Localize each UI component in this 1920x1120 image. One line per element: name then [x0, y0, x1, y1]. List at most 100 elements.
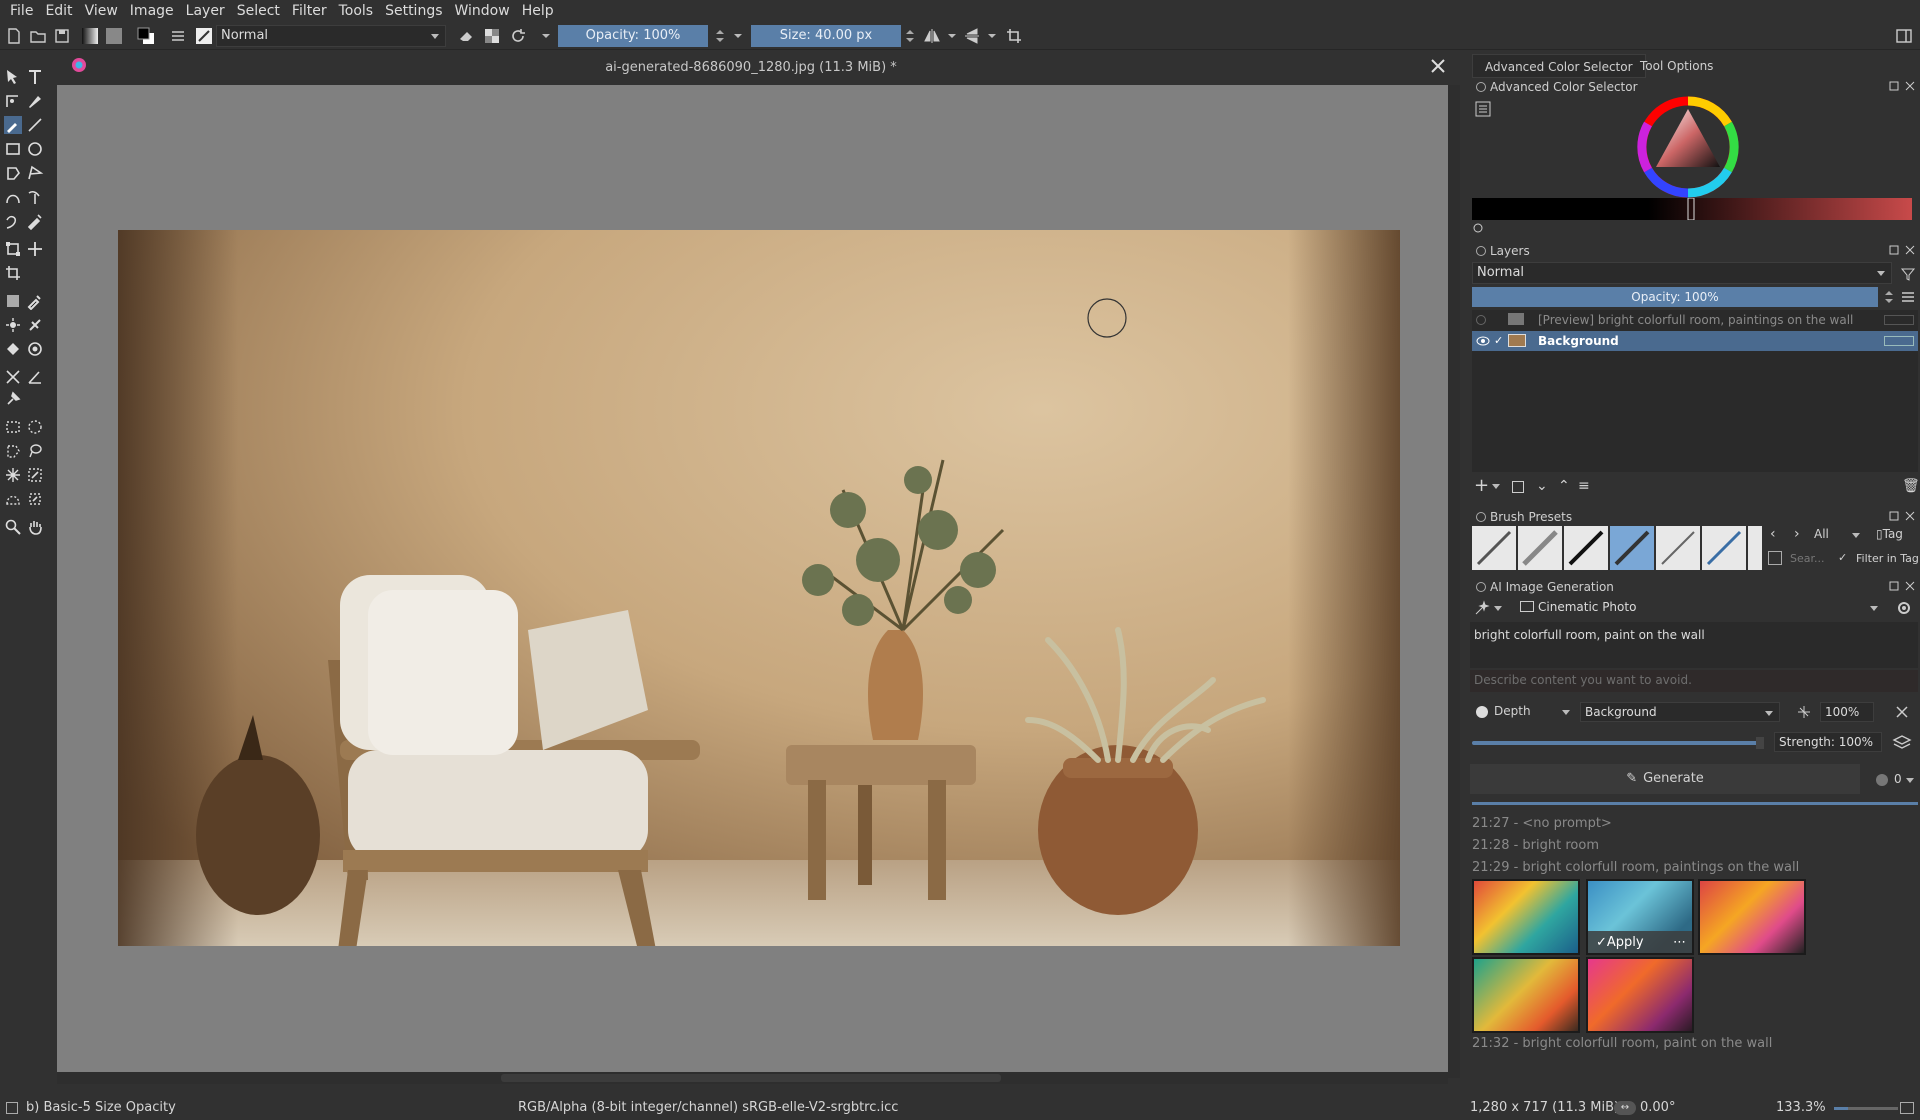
enclose-fill-icon[interactable]: [26, 340, 44, 358]
more-options-icon[interactable]: ⋯: [1673, 935, 1686, 950]
lasso-select-icon[interactable]: [26, 442, 44, 460]
move-tool-icon[interactable]: [26, 240, 44, 258]
menu-view[interactable]: View: [79, 1, 124, 21]
bezier-tool-icon[interactable]: [4, 188, 22, 206]
chevron-down-icon[interactable]: [982, 26, 1002, 46]
fill-tool-icon[interactable]: [4, 340, 22, 358]
menu-image[interactable]: Image: [124, 1, 180, 21]
menu-file[interactable]: File: [4, 1, 39, 21]
docker-float-close-icon[interactable]: [1888, 510, 1916, 522]
color-wheel[interactable]: [1636, 95, 1740, 199]
workspace-icon[interactable]: [1894, 26, 1914, 46]
polygon-select-icon[interactable]: [4, 442, 22, 460]
blend-mode-select[interactable]: Normal: [216, 25, 446, 47]
menu-layer[interactable]: Layer: [180, 1, 231, 21]
brush-preset-item-selected[interactable]: [1610, 526, 1654, 570]
edit-shapes-icon[interactable]: [4, 92, 22, 110]
brush-settings-icon[interactable]: [168, 26, 188, 46]
canvas-horizontal-scrollbar[interactable]: [57, 1072, 1448, 1084]
chevron-down-icon[interactable]: [1494, 606, 1502, 611]
screen-icon[interactable]: [1900, 1102, 1914, 1114]
strength-input[interactable]: Strength: 100%: [1774, 732, 1882, 752]
delete-layer-icon[interactable]: 🗑: [1902, 478, 1920, 494]
new-document-icon[interactable]: [4, 26, 24, 46]
size-slider[interactable]: Size: 40.00 px: [751, 25, 901, 47]
docker-float-close-icon[interactable]: [1888, 580, 1916, 592]
tab-tool-options[interactable]: Tool Options: [1628, 54, 1725, 78]
brush-preset-item[interactable]: [1702, 526, 1746, 570]
history-item[interactable]: 21:29 - bright colorfull room, paintings…: [1472, 860, 1799, 875]
mirror-vertical-icon[interactable]: [962, 26, 982, 46]
multibrush-icon[interactable]: [26, 212, 44, 230]
eye-icon[interactable]: [1476, 335, 1490, 347]
queue-count[interactable]: 0: [1894, 772, 1902, 786]
docker-lock-icon[interactable]: [1476, 82, 1486, 92]
pattern-icon[interactable]: [104, 26, 124, 46]
similar-select-icon[interactable]: [26, 466, 44, 484]
brush-search-input[interactable]: Sear...: [1790, 552, 1825, 565]
mirror-horizontal-icon[interactable]: [922, 26, 942, 46]
layer-opacity-slider[interactable]: Opacity: 100%: [1472, 287, 1878, 307]
prompt-input[interactable]: bright colorfull room, paint on the wall: [1470, 622, 1918, 668]
docker-float-close-icon[interactable]: [1888, 244, 1916, 256]
wrap-around-icon[interactable]: [1004, 26, 1024, 46]
layer-row-preview[interactable]: [Preview] bright colorfull room, paintin…: [1472, 310, 1918, 330]
docker-lock-icon[interactable]: [1476, 246, 1486, 256]
layer-menu-icon[interactable]: [1900, 290, 1916, 304]
filter-icon[interactable]: [1900, 266, 1916, 282]
workspace-generate-icon[interactable]: [1474, 600, 1490, 616]
docker-float-close-icon[interactable]: [1888, 80, 1916, 92]
polygon-tool-icon[interactable]: [4, 164, 22, 182]
reference-images-icon[interactable]: [4, 390, 22, 408]
freehand-path-icon[interactable]: [26, 188, 44, 206]
pan-tool-icon[interactable]: [26, 518, 44, 536]
chevron-down-icon[interactable]: [536, 26, 556, 46]
filter-in-tag-checkbox[interactable]: ✓: [1838, 551, 1847, 564]
next-icon[interactable]: ›: [1794, 526, 1800, 542]
canvas-vertical-scrollbar[interactable]: [1448, 85, 1460, 1078]
generated-image-thumbnail-selected[interactable]: ✓Apply ⋯: [1586, 879, 1694, 955]
menu-tools[interactable]: Tools: [333, 1, 380, 21]
docker-lock-icon[interactable]: [1476, 512, 1486, 522]
opacity-slider[interactable]: Opacity: 100%: [558, 25, 708, 47]
move-layer-down-icon[interactable]: ⌄: [1536, 478, 1548, 494]
layer-flags-icon[interactable]: [1884, 315, 1914, 325]
chevron-down-icon[interactable]: [1906, 778, 1914, 783]
menu-filter[interactable]: Filter: [286, 1, 333, 21]
rotation-icon[interactable]: ↔: [1614, 1101, 1636, 1115]
zoom-slider[interactable]: [1834, 1107, 1898, 1110]
freehand-brush-icon[interactable]: [4, 116, 22, 134]
magnetic-select-icon[interactable]: [26, 490, 44, 508]
layer-properties-icon[interactable]: ≡: [1578, 478, 1590, 494]
duplicate-layer-icon[interactable]: [1512, 481, 1524, 493]
canvas-image[interactable]: [118, 230, 1400, 946]
layer-flags-icon[interactable]: [1884, 336, 1914, 346]
line-tool-icon[interactable]: [26, 116, 44, 134]
bezier-select-icon[interactable]: [4, 490, 22, 508]
contiguous-select-icon[interactable]: [4, 466, 22, 484]
docker-lock-icon[interactable]: [1476, 582, 1486, 592]
generate-control-icon[interactable]: [1796, 704, 1812, 720]
opacity-spin-icon[interactable]: [710, 26, 730, 46]
gradient-tool-icon[interactable]: [4, 292, 22, 310]
reload-preset-icon[interactable]: [508, 26, 528, 46]
move-layer-up-icon[interactable]: ⌃: [1558, 478, 1570, 494]
add-layer-icon[interactable]: +: [1474, 477, 1489, 495]
brush-preset-icon[interactable]: [194, 26, 214, 46]
chevron-down-icon[interactable]: [942, 26, 962, 46]
status-rotation[interactable]: 0.00°: [1640, 1096, 1675, 1120]
menu-window[interactable]: Window: [449, 1, 516, 21]
layer-row-background[interactable]: ✓ Background: [1472, 331, 1918, 351]
measure-tool-icon[interactable]: [26, 368, 44, 386]
visibility-icon[interactable]: [1476, 315, 1486, 325]
alpha-lock-icon[interactable]: [482, 26, 502, 46]
rect-select-icon[interactable]: [4, 418, 22, 436]
fg-bg-color-icon[interactable]: [136, 26, 156, 46]
open-document-icon[interactable]: [28, 26, 48, 46]
brush-preset-item[interactable]: [1472, 526, 1516, 570]
menu-edit[interactable]: Edit: [39, 1, 78, 21]
eraser-icon[interactable]: [456, 26, 476, 46]
dynamic-brush-icon[interactable]: [4, 212, 22, 230]
apply-button[interactable]: ✓Apply: [1596, 935, 1644, 950]
smart-patch-icon[interactable]: [26, 316, 44, 334]
